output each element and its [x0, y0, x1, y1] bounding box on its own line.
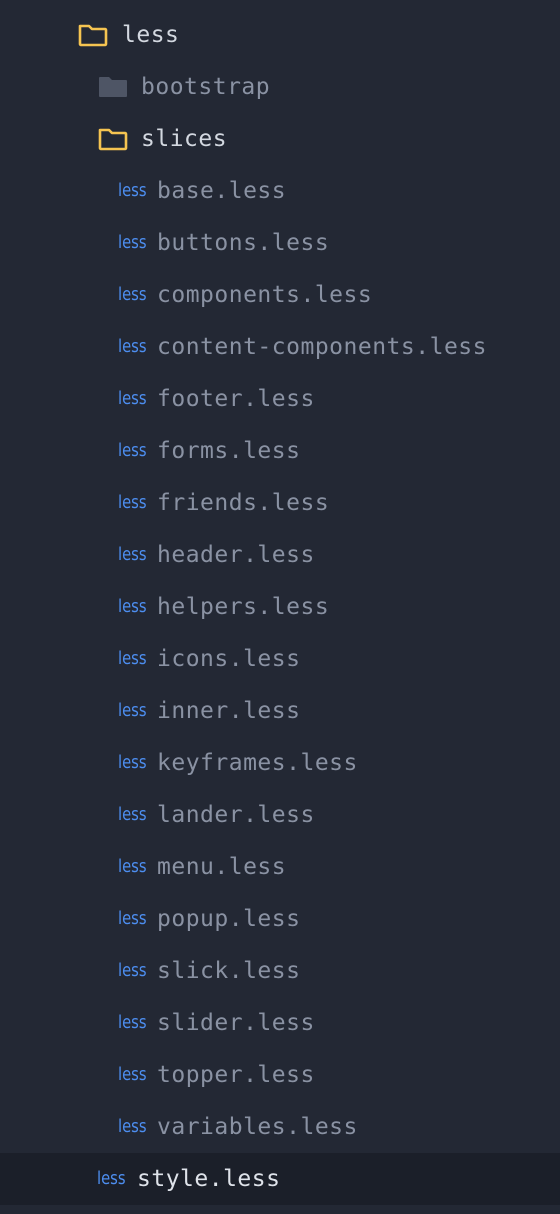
tree-item-file[interactable]: less keyframes.less: [0, 737, 560, 789]
less-file-icon-text: less: [118, 1116, 147, 1137]
less-file-icon: less: [118, 1118, 157, 1136]
tree-item-label: content-components.less: [157, 333, 487, 360]
tree-item-label: popup.less: [157, 905, 301, 932]
tree-item-label: lander.less: [157, 801, 315, 828]
tree-item-file[interactable]: less forms.less: [0, 425, 560, 477]
less-file-icon: less: [118, 286, 157, 304]
less-file-icon: less: [118, 702, 157, 720]
tree-item-label: footer.less: [157, 385, 315, 412]
less-file-icon: less: [118, 390, 157, 408]
less-file-icon: less: [118, 858, 157, 876]
less-file-icon: less: [118, 338, 157, 356]
tree-item-file[interactable]: less buttons.less: [0, 217, 560, 269]
less-file-icon-text: less: [118, 544, 147, 565]
tree-item-file[interactable]: less slick.less: [0, 945, 560, 997]
tree-item-label: icons.less: [157, 645, 301, 672]
less-file-icon: less: [118, 1066, 157, 1084]
file-tree-panel: less bootstrap slices less base.less less b…: [0, 0, 560, 1214]
less-file-icon-text: less: [118, 1012, 147, 1033]
tree-item-label: less: [122, 21, 180, 48]
tree-item-label: forms.less: [157, 437, 301, 464]
tree-item-label: helpers.less: [157, 593, 330, 620]
tree-item-file[interactable]: less header.less: [0, 529, 560, 581]
less-file-icon: less: [118, 806, 157, 824]
tree-item-less-folder[interactable]: less: [0, 9, 560, 61]
less-file-icon-text: less: [118, 700, 147, 721]
tree-item-file[interactable]: less inner.less: [0, 685, 560, 737]
less-file-icon: less: [118, 546, 157, 564]
tree-item-file[interactable]: less friends.less: [0, 477, 560, 529]
less-file-icon-text: less: [118, 960, 147, 981]
less-file-icon-text: less: [118, 908, 147, 929]
less-file-icon: less: [118, 442, 157, 460]
less-file-icon: less: [118, 1014, 157, 1032]
less-file-icon-text: less: [118, 284, 147, 305]
tree-item-label: slices: [141, 125, 228, 152]
tree-item-label: friends.less: [157, 489, 330, 516]
folder-closed-icon: [98, 75, 141, 99]
tree-item-bootstrap-folder[interactable]: bootstrap: [0, 61, 560, 113]
tree-item-file[interactable]: less popup.less: [0, 893, 560, 945]
less-file-icon: less: [97, 1170, 137, 1188]
tree-item-file[interactable]: less variables.less: [0, 1101, 560, 1153]
tree-item-label: style.less: [137, 1165, 281, 1192]
tree-item-label: inner.less: [157, 697, 301, 724]
tree-item-file[interactable]: less base.less: [0, 165, 560, 217]
less-file-icon-text: less: [118, 752, 147, 773]
tree-item-label: menu.less: [157, 853, 287, 880]
tree-item-label: header.less: [157, 541, 315, 568]
tree-item-label: base.less: [157, 177, 287, 204]
less-file-icon: less: [118, 494, 157, 512]
tree-item-label: components.less: [157, 281, 373, 308]
tree-item-label: variables.less: [157, 1113, 358, 1140]
tree-item-file[interactable]: less helpers.less: [0, 581, 560, 633]
tree-item-file[interactable]: less content-components.less: [0, 321, 560, 373]
tree-item-label: slick.less: [157, 957, 301, 984]
folder-open-icon: [78, 23, 122, 47]
less-file-icon-text: less: [118, 336, 147, 357]
tree-item-file[interactable]: less footer.less: [0, 373, 560, 425]
less-file-icon-text: less: [118, 596, 147, 617]
less-file-icon-text: less: [118, 180, 147, 201]
less-file-icon-text: less: [118, 388, 147, 409]
less-file-icon-text: less: [97, 1168, 126, 1189]
less-file-icon-text: less: [118, 492, 147, 513]
tree-item-label: keyframes.less: [157, 749, 358, 776]
less-file-icon-text: less: [118, 856, 147, 877]
tree-item-label: slider.less: [157, 1009, 315, 1036]
less-file-icon-text: less: [118, 648, 147, 669]
tree-item-label: buttons.less: [157, 229, 330, 256]
tree-item-file[interactable]: less components.less: [0, 269, 560, 321]
less-file-icon: less: [118, 598, 157, 616]
less-file-icon: less: [118, 962, 157, 980]
less-file-icon: less: [118, 182, 157, 200]
less-file-icon: less: [118, 754, 157, 772]
tree-item-file[interactable]: less topper.less: [0, 1049, 560, 1101]
less-file-icon: less: [118, 234, 157, 252]
tree-item-file[interactable]: less slider.less: [0, 997, 560, 1049]
tree-item-style-less[interactable]: less style.less: [0, 1153, 560, 1205]
less-file-icon-text: less: [118, 1064, 147, 1085]
tree-item-slices-folder[interactable]: slices: [0, 113, 560, 165]
tree-item-file[interactable]: less menu.less: [0, 841, 560, 893]
folder-open-icon: [98, 127, 141, 151]
tree-item-label: topper.less: [157, 1061, 315, 1088]
less-file-icon-text: less: [118, 440, 147, 461]
tree-item-file[interactable]: less icons.less: [0, 633, 560, 685]
less-file-icon-text: less: [118, 804, 147, 825]
less-file-icon-text: less: [118, 232, 147, 253]
less-file-icon: less: [118, 650, 157, 668]
tree-item-label: bootstrap: [141, 73, 271, 100]
less-file-icon: less: [118, 910, 157, 928]
tree-item-file[interactable]: less lander.less: [0, 789, 560, 841]
